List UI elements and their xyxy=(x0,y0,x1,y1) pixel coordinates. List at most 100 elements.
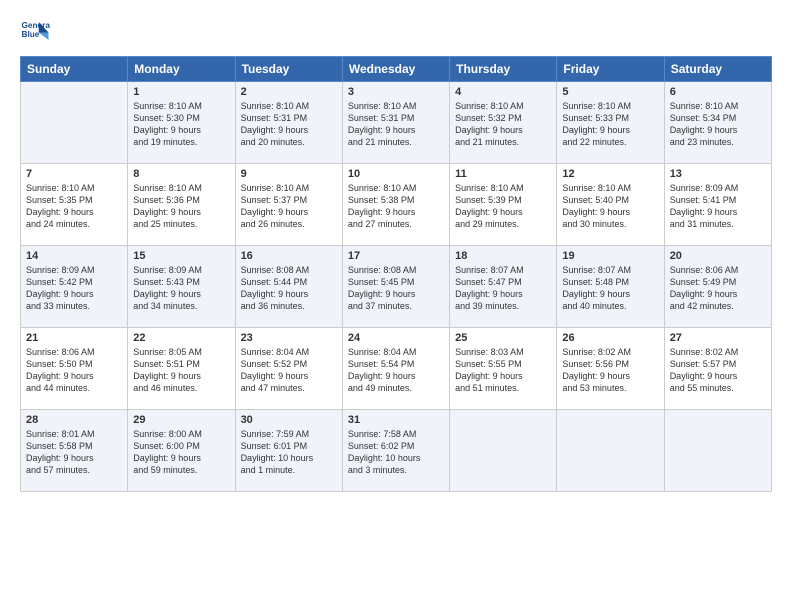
day-number: 2 xyxy=(241,86,337,98)
day-info: Sunrise: 8:09 AM Sunset: 5:41 PM Dayligh… xyxy=(670,182,766,231)
calendar-cell: 4 Sunrise: 8:10 AM Sunset: 5:32 PM Daylig… xyxy=(450,82,557,164)
day-info: Sunrise: 8:10 AM Sunset: 5:31 PM Dayligh… xyxy=(348,100,444,149)
week-row-4: 21 Sunrise: 8:06 AM Sunset: 5:50 PM Dayli… xyxy=(21,328,772,410)
day-number: 5 xyxy=(562,86,658,98)
day-number: 31 xyxy=(348,414,444,426)
calendar-cell: 1 Sunrise: 8:10 AM Sunset: 5:30 PM Daylig… xyxy=(128,82,235,164)
calendar-cell: 2 Sunrise: 8:10 AM Sunset: 5:31 PM Daylig… xyxy=(235,82,342,164)
day-info: Sunrise: 8:08 AM Sunset: 5:45 PM Dayligh… xyxy=(348,264,444,313)
day-info: Sunrise: 8:06 AM Sunset: 5:49 PM Dayligh… xyxy=(670,264,766,313)
weekday-header-friday: Friday xyxy=(557,57,664,82)
calendar-cell: 5 Sunrise: 8:10 AM Sunset: 5:33 PM Daylig… xyxy=(557,82,664,164)
calendar-cell: 6 Sunrise: 8:10 AM Sunset: 5:34 PM Daylig… xyxy=(664,82,771,164)
weekday-header-wednesday: Wednesday xyxy=(342,57,449,82)
calendar-cell: 18 Sunrise: 8:07 AM Sunset: 5:47 PM Dayli… xyxy=(450,246,557,328)
day-info: Sunrise: 8:10 AM Sunset: 5:40 PM Dayligh… xyxy=(562,182,658,231)
calendar-cell: 22 Sunrise: 8:05 AM Sunset: 5:51 PM Dayli… xyxy=(128,328,235,410)
day-info: Sunrise: 8:10 AM Sunset: 5:37 PM Dayligh… xyxy=(241,182,337,231)
calendar-cell: 14 Sunrise: 8:09 AM Sunset: 5:42 PM Dayli… xyxy=(21,246,128,328)
day-number: 1 xyxy=(133,86,229,98)
calendar-cell: 26Sunrise: 8:02 AM Sunset: 5:56 PM Dayli… xyxy=(557,328,664,410)
day-number: 19 xyxy=(562,250,658,262)
day-number: 23 xyxy=(241,332,337,344)
day-info: Sunrise: 8:10 AM Sunset: 5:32 PM Dayligh… xyxy=(455,100,551,149)
day-info: Sunrise: 8:03 AM Sunset: 5:55 PM Dayligh… xyxy=(455,346,551,395)
calendar-cell xyxy=(21,82,128,164)
weekday-header-saturday: Saturday xyxy=(664,57,771,82)
day-info: Sunrise: 8:10 AM Sunset: 5:36 PM Dayligh… xyxy=(133,182,229,231)
day-number: 25 xyxy=(455,332,551,344)
calendar-cell: 24Sunrise: 8:04 AM Sunset: 5:54 PM Dayli… xyxy=(342,328,449,410)
day-info: Sunrise: 8:05 AM Sunset: 5:51 PM Dayligh… xyxy=(133,346,229,395)
day-info: Sunrise: 8:10 AM Sunset: 5:31 PM Dayligh… xyxy=(241,100,337,149)
calendar-cell: 3 Sunrise: 8:10 AM Sunset: 5:31 PM Daylig… xyxy=(342,82,449,164)
calendar-cell: 12 Sunrise: 8:10 AM Sunset: 5:40 PM Dayli… xyxy=(557,164,664,246)
day-info: Sunrise: 8:06 AM Sunset: 5:50 PM Dayligh… xyxy=(26,346,122,395)
day-info: Sunrise: 8:10 AM Sunset: 5:39 PM Dayligh… xyxy=(455,182,551,231)
day-info: Sunrise: 7:58 AM Sunset: 6:02 PM Dayligh… xyxy=(348,428,444,477)
day-number: 10 xyxy=(348,168,444,180)
day-info: Sunrise: 8:10 AM Sunset: 5:38 PM Dayligh… xyxy=(348,182,444,231)
day-number: 24 xyxy=(348,332,444,344)
day-info: Sunrise: 8:09 AM Sunset: 5:42 PM Dayligh… xyxy=(26,264,122,313)
day-info: Sunrise: 8:07 AM Sunset: 5:48 PM Dayligh… xyxy=(562,264,658,313)
calendar-cell: 15Sunrise: 8:09 AM Sunset: 5:43 PM Dayli… xyxy=(128,246,235,328)
weekday-header-sunday: Sunday xyxy=(21,57,128,82)
calendar-cell: 11 Sunrise: 8:10 AM Sunset: 5:39 PM Dayli… xyxy=(450,164,557,246)
day-info: Sunrise: 8:08 AM Sunset: 5:44 PM Dayligh… xyxy=(241,264,337,313)
weekday-header-tuesday: Tuesday xyxy=(235,57,342,82)
calendar-cell: 8 Sunrise: 8:10 AM Sunset: 5:36 PM Daylig… xyxy=(128,164,235,246)
logo-icon: General Blue xyxy=(20,16,50,46)
day-number: 21 xyxy=(26,332,122,344)
day-info: Sunrise: 8:07 AM Sunset: 5:47 PM Dayligh… xyxy=(455,264,551,313)
svg-text:General: General xyxy=(22,21,51,30)
day-number: 7 xyxy=(26,168,122,180)
calendar-cell xyxy=(450,410,557,492)
day-info: Sunrise: 8:10 AM Sunset: 5:33 PM Dayligh… xyxy=(562,100,658,149)
week-row-2: 7Sunrise: 8:10 AM Sunset: 5:35 PM Daylig… xyxy=(21,164,772,246)
day-number: 30 xyxy=(241,414,337,426)
day-number: 8 xyxy=(133,168,229,180)
day-info: Sunrise: 8:02 AM Sunset: 5:57 PM Dayligh… xyxy=(670,346,766,395)
calendar-cell: 30Sunrise: 7:59 AM Sunset: 6:01 PM Dayli… xyxy=(235,410,342,492)
calendar-cell xyxy=(664,410,771,492)
header: General Blue xyxy=(20,16,772,46)
week-row-5: 28 Sunrise: 8:01 AM Sunset: 5:58 PM Dayli… xyxy=(21,410,772,492)
day-number: 4 xyxy=(455,86,551,98)
calendar-cell: 20 Sunrise: 8:06 AM Sunset: 5:49 PM Dayli… xyxy=(664,246,771,328)
svg-text:Blue: Blue xyxy=(22,30,40,39)
week-row-3: 14 Sunrise: 8:09 AM Sunset: 5:42 PM Dayli… xyxy=(21,246,772,328)
week-row-1: 1 Sunrise: 8:10 AM Sunset: 5:30 PM Daylig… xyxy=(21,82,772,164)
calendar-cell: 19 Sunrise: 8:07 AM Sunset: 5:48 PM Dayli… xyxy=(557,246,664,328)
calendar-cell: 16 Sunrise: 8:08 AM Sunset: 5:44 PM Dayli… xyxy=(235,246,342,328)
day-number: 28 xyxy=(26,414,122,426)
day-number: 6 xyxy=(670,86,766,98)
weekday-header-monday: Monday xyxy=(128,57,235,82)
day-info: Sunrise: 8:04 AM Sunset: 5:52 PM Dayligh… xyxy=(241,346,337,395)
calendar-cell: 27 Sunrise: 8:02 AM Sunset: 5:57 PM Dayli… xyxy=(664,328,771,410)
day-number: 11 xyxy=(455,168,551,180)
day-number: 16 xyxy=(241,250,337,262)
day-info: Sunrise: 8:00 AM Sunset: 6:00 PM Dayligh… xyxy=(133,428,229,477)
day-number: 14 xyxy=(26,250,122,262)
day-info: Sunrise: 8:10 AM Sunset: 5:34 PM Dayligh… xyxy=(670,100,766,149)
day-number: 26 xyxy=(562,332,658,344)
day-number: 18 xyxy=(455,250,551,262)
day-number: 12 xyxy=(562,168,658,180)
calendar-table: SundayMondayTuesdayWednesdayThursdayFrid… xyxy=(20,56,772,492)
day-info: Sunrise: 8:09 AM Sunset: 5:43 PM Dayligh… xyxy=(133,264,229,313)
day-number: 17 xyxy=(348,250,444,262)
calendar-cell: 9Sunrise: 8:10 AM Sunset: 5:37 PM Daylig… xyxy=(235,164,342,246)
day-number: 22 xyxy=(133,332,229,344)
day-number: 20 xyxy=(670,250,766,262)
day-info: Sunrise: 8:01 AM Sunset: 5:58 PM Dayligh… xyxy=(26,428,122,477)
day-info: Sunrise: 8:10 AM Sunset: 5:30 PM Dayligh… xyxy=(133,100,229,149)
calendar-cell: 7Sunrise: 8:10 AM Sunset: 5:35 PM Daylig… xyxy=(21,164,128,246)
calendar-cell: 10 Sunrise: 8:10 AM Sunset: 5:38 PM Dayli… xyxy=(342,164,449,246)
day-number: 27 xyxy=(670,332,766,344)
day-number: 3 xyxy=(348,86,444,98)
page-container: General Blue SundayMondayTuesdayWednesda… xyxy=(0,0,792,502)
calendar-cell: 17 Sunrise: 8:08 AM Sunset: 5:45 PM Dayli… xyxy=(342,246,449,328)
calendar-cell xyxy=(557,410,664,492)
calendar-cell: 21 Sunrise: 8:06 AM Sunset: 5:50 PM Dayli… xyxy=(21,328,128,410)
